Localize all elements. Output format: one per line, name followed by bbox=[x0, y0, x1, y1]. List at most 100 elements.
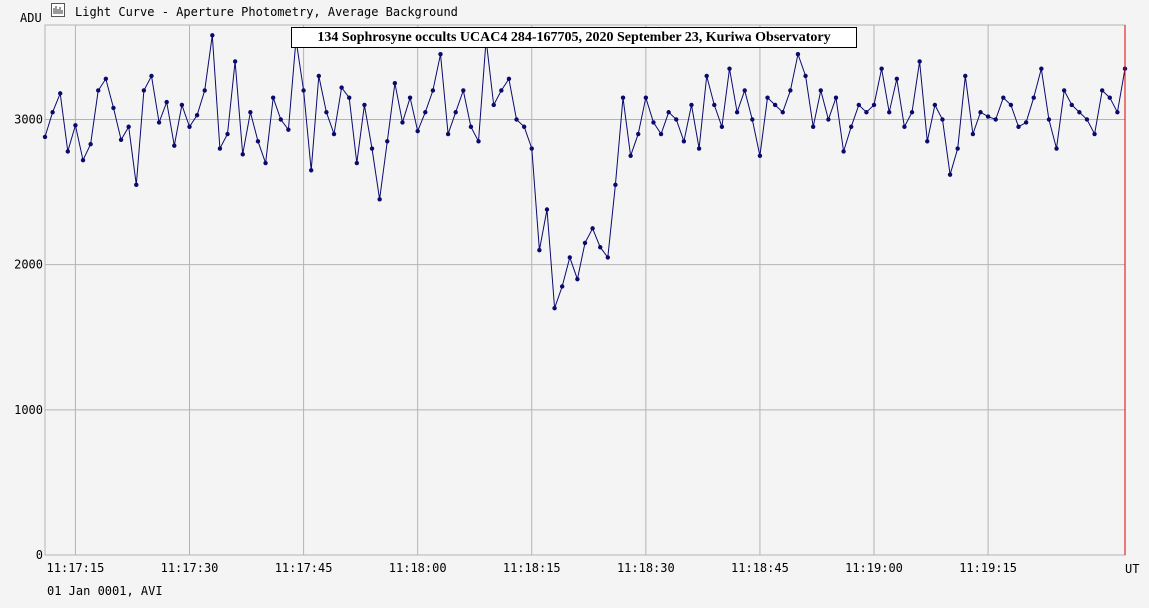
data-point bbox=[96, 88, 101, 93]
data-point bbox=[347, 95, 352, 100]
x-tick-label: 11:17:45 bbox=[275, 561, 333, 575]
data-point bbox=[970, 131, 976, 137]
data-point bbox=[331, 131, 337, 137]
grid-lines bbox=[44, 24, 1126, 556]
data-point bbox=[499, 88, 504, 93]
y-axis-label: ADU bbox=[20, 11, 42, 25]
data-point bbox=[689, 102, 694, 108]
data-point bbox=[430, 88, 436, 93]
data-point bbox=[598, 245, 603, 250]
data-point bbox=[210, 33, 215, 38]
data-point bbox=[491, 102, 496, 108]
data-point bbox=[194, 112, 200, 118]
data-point bbox=[80, 157, 86, 163]
data-point bbox=[841, 149, 846, 154]
data-point bbox=[605, 255, 611, 260]
data-point bbox=[925, 139, 930, 144]
data-point bbox=[848, 124, 854, 129]
data-point bbox=[164, 99, 169, 105]
data-point bbox=[240, 152, 245, 157]
data-point bbox=[559, 284, 565, 289]
data-point bbox=[369, 146, 375, 151]
data-point bbox=[909, 110, 915, 115]
data-point bbox=[537, 247, 542, 253]
y-tick-label: 0 bbox=[36, 548, 43, 562]
data-point bbox=[810, 124, 816, 129]
data-point bbox=[704, 73, 709, 79]
x-tick-labels: 11:17:15 11:17:30 11:17:45 11:18:00 11:18:15… bbox=[47, 561, 1017, 575]
data-point bbox=[993, 117, 998, 122]
data-point bbox=[674, 117, 679, 122]
data-point bbox=[658, 131, 664, 137]
data-point bbox=[696, 146, 702, 151]
data-point bbox=[818, 88, 823, 93]
x-tick-label: 11:18:00 bbox=[389, 561, 447, 575]
data-point bbox=[400, 120, 405, 125]
data-point bbox=[552, 306, 557, 311]
x-tick-label: 11:19:15 bbox=[959, 561, 1017, 575]
y-tick-label: 3000 bbox=[14, 113, 43, 127]
data-point bbox=[772, 102, 778, 108]
data-point bbox=[795, 51, 801, 57]
x-tick-label: 11:19:00 bbox=[845, 561, 903, 575]
data-point bbox=[529, 146, 534, 151]
plot-frame bbox=[44, 24, 1126, 556]
data-point bbox=[156, 120, 162, 125]
data-point bbox=[620, 95, 626, 100]
data-point bbox=[544, 207, 550, 212]
series-line bbox=[44, 35, 1126, 309]
data-point bbox=[111, 105, 116, 111]
data-point bbox=[65, 149, 71, 154]
data-point bbox=[316, 73, 322, 79]
data-point bbox=[103, 76, 109, 82]
data-point bbox=[955, 146, 960, 151]
data-point bbox=[217, 146, 223, 151]
data-point bbox=[202, 88, 207, 93]
data-point bbox=[407, 95, 413, 100]
light-curve-plot[interactable]: 11:17:15 11:17:30 11:17:45 11:18:00 11:18:15… bbox=[0, 0, 1149, 608]
data-point bbox=[301, 88, 306, 93]
data-point bbox=[468, 124, 474, 129]
data-point bbox=[362, 102, 367, 108]
data-point bbox=[339, 85, 344, 90]
data-point bbox=[263, 160, 268, 166]
data-point bbox=[506, 76, 512, 82]
y-tick-labels: 0 1000 2000 3000 bbox=[14, 113, 43, 562]
data-point bbox=[324, 110, 329, 115]
data-point bbox=[750, 117, 755, 122]
data-point bbox=[719, 124, 725, 129]
data-point bbox=[354, 160, 360, 166]
data-point bbox=[1077, 110, 1082, 115]
data-point bbox=[172, 143, 177, 148]
data-point bbox=[643, 95, 649, 100]
data-point bbox=[902, 124, 907, 129]
data-point bbox=[248, 110, 253, 115]
data-point bbox=[788, 88, 793, 93]
data-point bbox=[141, 88, 147, 93]
data-point bbox=[476, 139, 481, 144]
data-point bbox=[1099, 88, 1105, 93]
data-point bbox=[50, 110, 55, 115]
data-point bbox=[42, 134, 48, 140]
data-point bbox=[1107, 95, 1112, 100]
data-point bbox=[1092, 131, 1097, 137]
x-tick-label: 11:17:15 bbox=[47, 561, 105, 575]
data-point bbox=[856, 102, 862, 108]
data-point bbox=[286, 127, 291, 132]
data-point bbox=[879, 66, 884, 71]
data-point bbox=[278, 117, 283, 122]
data-point bbox=[73, 123, 78, 128]
x-axis-label: UT bbox=[1125, 562, 1140, 576]
data-point bbox=[917, 59, 922, 64]
data-point bbox=[613, 182, 618, 188]
data-point bbox=[651, 120, 656, 125]
data-point bbox=[521, 124, 527, 129]
data-point bbox=[826, 117, 831, 122]
chart-title: 134 Sophrosyne occults UCAC4 284-167705,… bbox=[291, 27, 857, 48]
data-point bbox=[118, 137, 124, 143]
data-point bbox=[1031, 95, 1036, 100]
data-point bbox=[734, 110, 740, 115]
data-point bbox=[712, 102, 717, 108]
data-point bbox=[461, 88, 466, 93]
data-point bbox=[871, 102, 877, 108]
